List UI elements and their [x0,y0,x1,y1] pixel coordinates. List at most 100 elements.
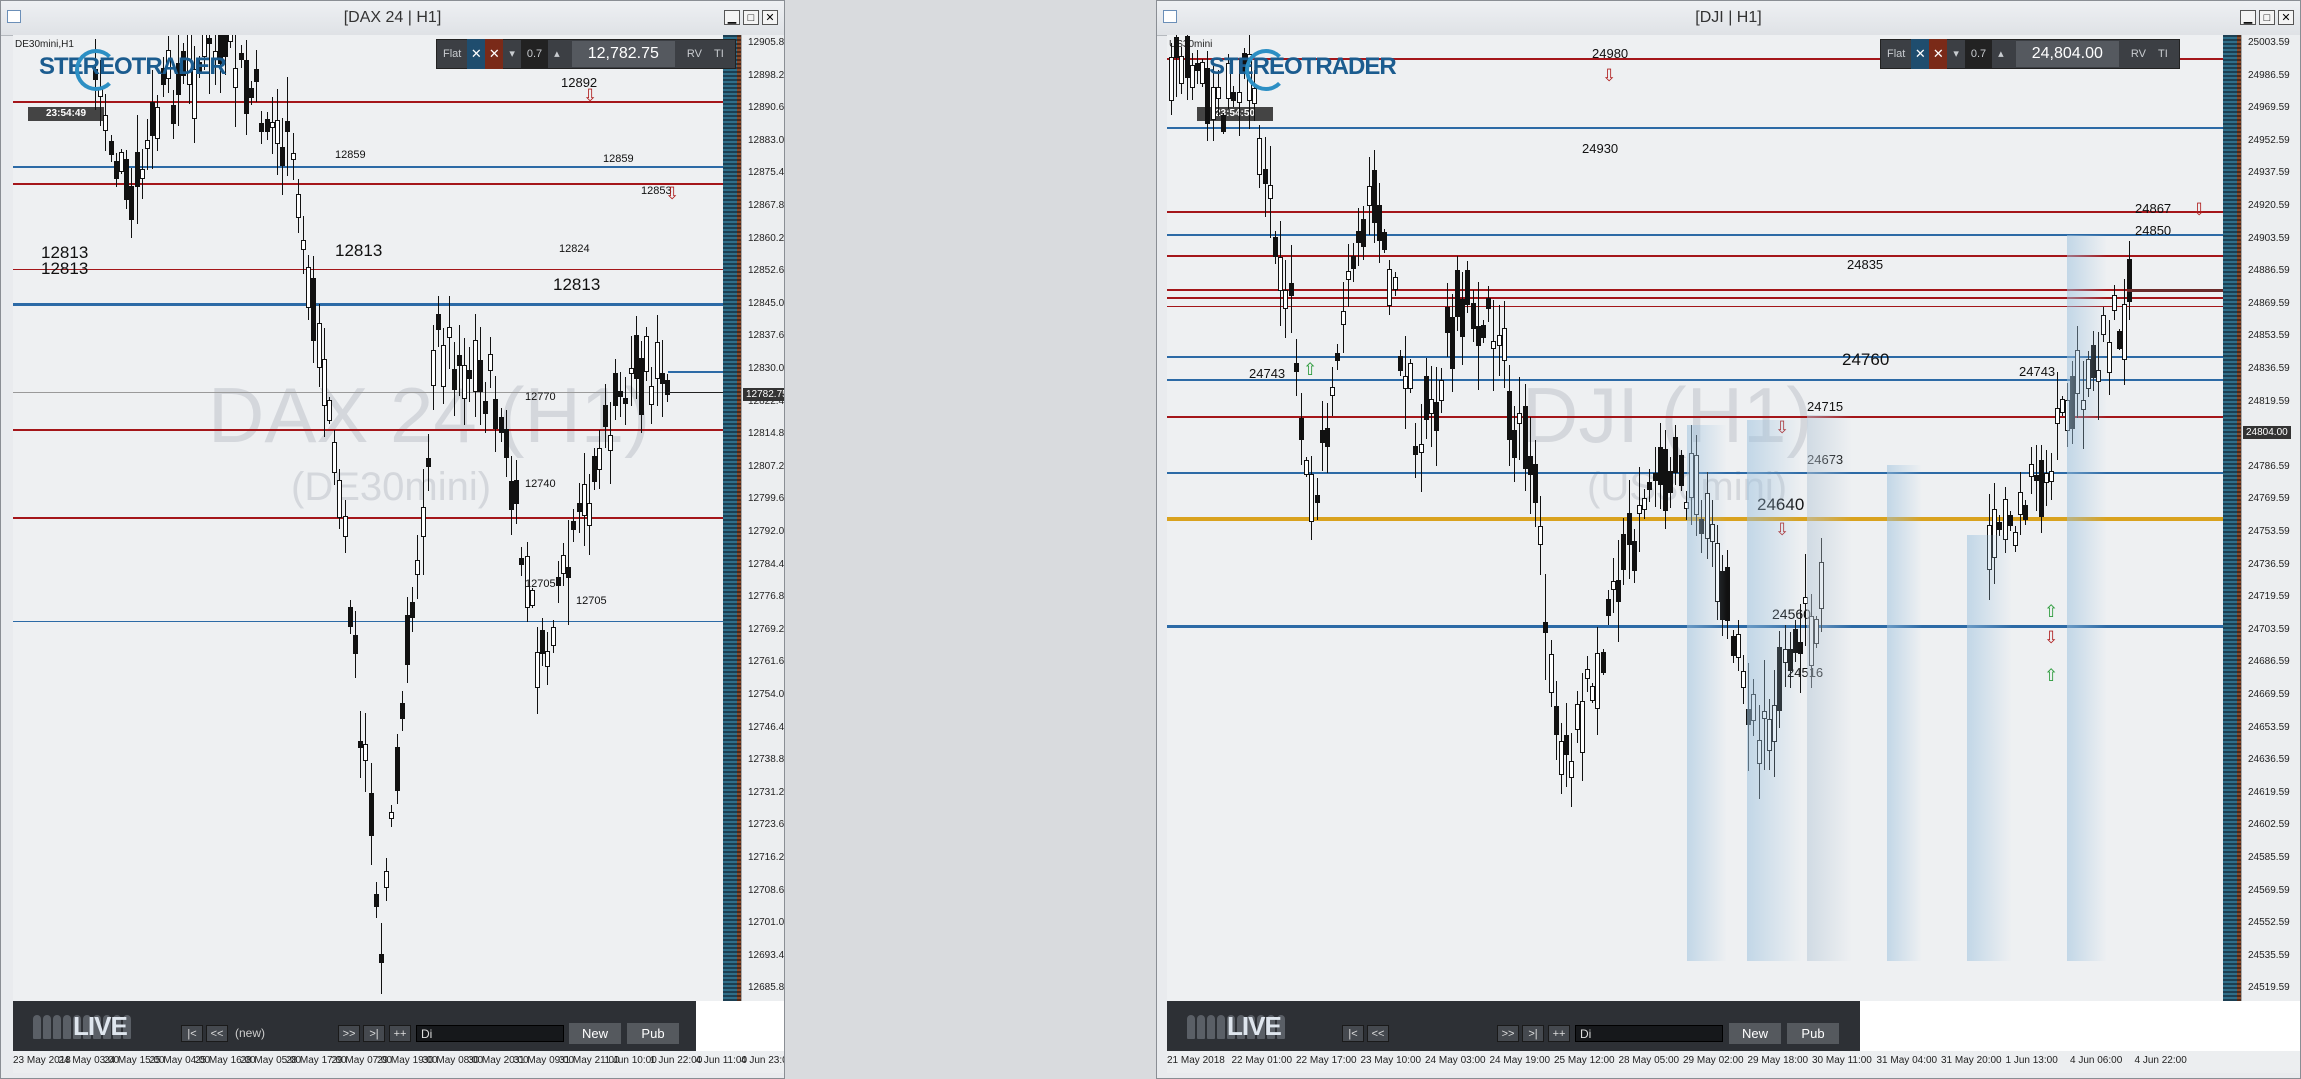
candle-body [514,480,520,505]
dji-chart-window[interactable]: [DJI | H1] ▁ □ ✕ DJI (H1) (US30mini) US3… [1156,0,2301,1079]
candle-body [1678,454,1684,486]
drawing-input[interactable]: Di [416,1025,564,1042]
horizontal-level-line[interactable] [1167,234,2223,236]
candle-body [550,627,556,647]
next-button[interactable]: >> [338,1025,360,1042]
cancel-orders-icon[interactable]: ✕ [1929,39,1948,69]
close-position-icon[interactable]: ✕ [1911,39,1930,69]
maximize-button[interactable]: □ [743,10,759,25]
candle-body [1543,621,1549,633]
cancel-orders-icon[interactable]: ✕ [485,39,504,69]
horizontal-level-line[interactable] [13,101,723,103]
candle-body [1293,362,1299,373]
add-button[interactable]: ++ [1548,1025,1570,1042]
lot-up-icon[interactable]: ▴ [548,39,566,69]
horizontal-level-line[interactable] [13,269,723,270]
close-button[interactable]: ✕ [762,10,778,25]
candle-body [1335,353,1341,362]
horizontal-level-line[interactable] [1167,297,2223,299]
horizontal-level-line[interactable] [13,303,723,306]
trade-toolbar[interactable]: Flat ✕ ✕ ▾ 0.7 ▴ 12,782.75 RV TI [436,39,736,69]
first-button[interactable]: |< [1342,1025,1364,1042]
rv-button[interactable]: RV [681,39,708,69]
close-button[interactable]: ✕ [2278,10,2294,25]
ti-button[interactable]: TI [708,39,730,69]
first-button[interactable]: |< [181,1025,203,1042]
candle-body [1340,310,1346,326]
price-tick: 24753.59 [2248,526,2290,537]
price-tick: 12860.25 [748,232,785,244]
time-tick: 28 May 05:00 [1618,1055,1680,1066]
candle-body [139,168,145,180]
price-chart[interactable]: DJI (H1) (US30mini) US30mini 23:54:50 24… [1167,35,2223,1001]
price-tick: 12799.65 [748,493,785,505]
lot-size[interactable]: 0.7 [1964,39,1993,69]
horizontal-level-line[interactable] [1167,255,2223,257]
info-panel [696,1001,784,1051]
price-tick: 24952.59 [2248,134,2290,146]
candle-body [477,359,483,392]
price-tick: 12830.05 [748,363,785,374]
dax-chart-window[interactable]: [DAX 24 | H1] ▁ □ ✕ DAX 24 (H1) (DE30min… [0,0,785,1079]
horizontal-level-line[interactable] [1167,356,2223,358]
horizontal-level-line[interactable] [13,183,723,185]
rv-button[interactable]: RV [2125,39,2152,69]
horizontal-level-line[interactable] [1167,211,2223,213]
price-axis-ticks: 12905.85 12898.25 12890.65 12883.05 12875.45… [741,35,785,1001]
horizontal-level-line[interactable] [13,621,723,622]
pub-button[interactable]: Pub [627,1023,679,1044]
price-tick: 24653.59 [2248,721,2290,733]
flat-button[interactable]: Flat [1881,39,1911,69]
price-chart[interactable]: DAX 24 (H1) (DE30mini) DE30mini,H1 23:54… [13,35,723,1001]
candle-body [587,502,592,527]
price-tick: 24519.59 [2248,982,2290,994]
price-tick: 12845.05 [748,297,785,309]
prev-button[interactable]: << [206,1025,228,1042]
candle-body [337,479,343,518]
flat-button[interactable]: Flat [437,39,467,69]
lot-up-icon[interactable]: ▴ [1992,39,2010,69]
lot-size[interactable]: 0.7 [520,39,549,69]
time-tick: 29 May 02:00 [1683,1055,1744,1066]
pub-button[interactable]: Pub [1787,1023,1839,1044]
time-axis: 21 May 2018 22 May 01:00 22 May 17:00 23 Ma… [1167,1051,2300,1073]
horizontal-level-line[interactable] [1167,379,2223,381]
drawing-input[interactable]: Di [1575,1025,1723,1042]
arrow-up-icon: ⇧ [2044,602,2059,621]
time-tick: 21 May 2018 [1167,1055,1225,1066]
level-label: 12824 [559,243,590,255]
ti-button[interactable]: TI [2152,39,2174,69]
candle-body [368,792,374,836]
title-bar[interactable]: [DJI | H1] ▁ □ ✕ [1157,1,2300,36]
candle-body [1501,327,1507,362]
trade-toolbar[interactable]: Flat ✕ ✕ ▾ 0.7 ▴ 24,804.00 RV TI [1880,39,2180,69]
prev-button[interactable]: << [1367,1025,1389,1042]
add-button[interactable]: ++ [389,1025,411,1042]
title-bar[interactable]: [DAX 24 | H1] ▁ □ ✕ [1,1,784,36]
minimize-button[interactable]: ▁ [2240,10,2256,25]
maximize-button[interactable]: □ [2259,10,2275,25]
candle-body [2106,341,2112,374]
price-tick: 12807.25 [748,460,785,472]
time-tick: 22 May 17:00 [1296,1055,1357,1066]
close-position-icon[interactable]: ✕ [467,39,486,69]
new-button[interactable]: New [1729,1023,1781,1044]
candle-body [2122,303,2128,360]
horizontal-level-line[interactable] [1167,127,2223,129]
new-button[interactable]: New [569,1023,621,1044]
last-button[interactable]: >| [363,1025,385,1042]
minimize-button[interactable]: ▁ [724,10,740,25]
candle-body [1631,540,1637,572]
lot-dropdown[interactable]: ▾ [503,39,521,69]
horizontal-level-line[interactable] [13,517,723,519]
price-tick: 12792.05 [748,526,785,537]
time-tick: 4 Jun 06:00 [2070,1055,2123,1066]
horizontal-level-line[interactable] [1167,289,2223,291]
horizontal-level-line[interactable] [1167,306,2223,307]
lot-dropdown[interactable]: ▾ [1947,39,1965,69]
horizontal-level-line[interactable] [13,429,723,431]
arrow-down-icon: ⇩ [665,184,680,203]
last-button[interactable]: >| [1522,1025,1544,1042]
candle-body [566,566,572,579]
next-button[interactable]: >> [1497,1025,1519,1042]
